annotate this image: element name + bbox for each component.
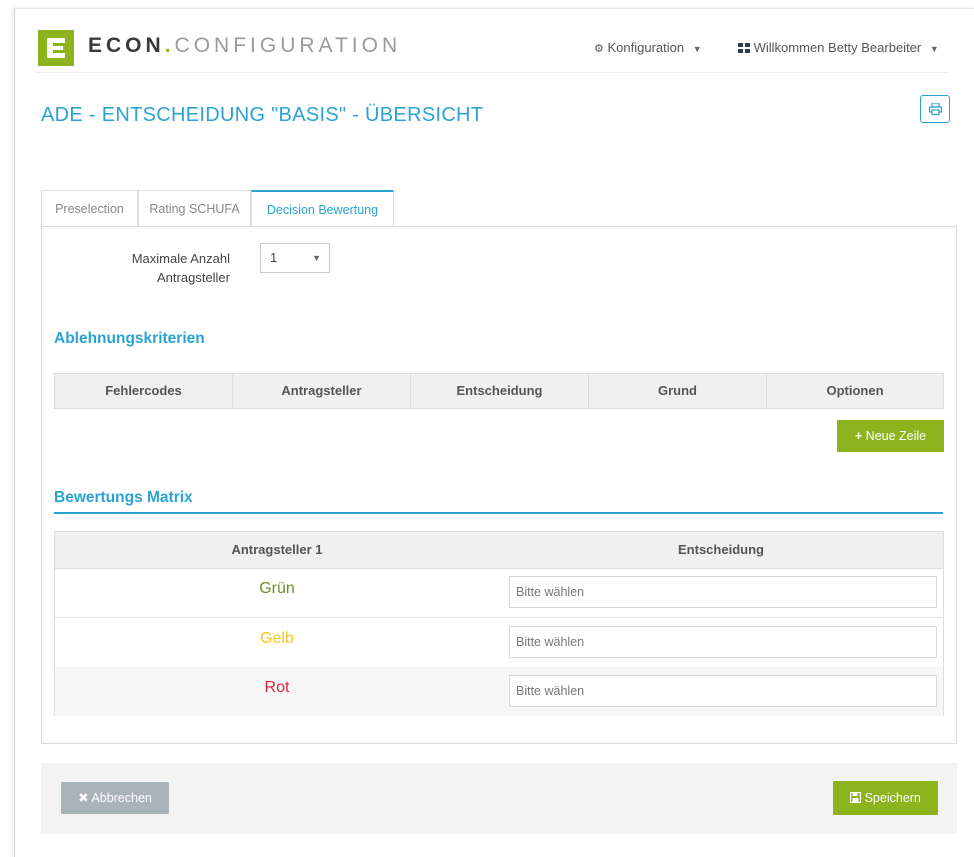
column-header-optionen: Optionen <box>826 383 884 398</box>
logo-icon <box>38 30 74 66</box>
print-button[interactable] <box>920 95 950 123</box>
speichern-label: Speichern <box>864 791 921 805</box>
tab-preselection[interactable]: Preselection <box>41 190 138 227</box>
ablehnungskriterien-table-header: Fehlercodes Antragsteller Entscheidung G… <box>54 373 944 409</box>
entscheidung-select-gelb[interactable]: Bitte wählen <box>509 626 937 658</box>
matrix-header-row: Antragsteller 1 Entscheidung <box>55 532 943 569</box>
neue-zeile-label: Neue Zeile <box>865 429 927 443</box>
nav-user-label: Willkommen Betty Bearbeiter <box>753 40 922 55</box>
entscheidung-select-gruen[interactable]: Bitte wählen <box>509 576 937 608</box>
row-label-rot: Rot <box>264 679 290 696</box>
max-antragsteller-select[interactable]: 1 ▼ <box>260 243 330 273</box>
row-label-gruen: Grün <box>259 580 295 597</box>
column-header-fehlercodes: Fehlercodes <box>55 374 233 408</box>
gear-icon: ⚙ <box>594 43 604 55</box>
entscheidung-select-rot[interactable]: Bitte wählen <box>509 675 937 707</box>
save-icon <box>850 791 864 805</box>
print-icon <box>929 103 942 115</box>
bewertungs-matrix-title: Bewertungs Matrix <box>54 489 193 506</box>
grid-icon <box>738 40 754 55</box>
tab-rating-schufa[interactable]: Rating SCHUFA <box>138 190 251 227</box>
caret-down-icon: ▼ <box>929 44 939 54</box>
bewertungs-matrix-table: Antragsteller 1 Entscheidung Grün Bitte … <box>54 531 944 716</box>
column-header-antragsteller: Antragsteller <box>233 374 411 408</box>
abbrechen-label: Abbrechen <box>91 791 152 805</box>
column-header-grund: Grund <box>589 374 767 408</box>
app-logo-text: ECON.CONFIGURATION <box>88 34 402 57</box>
caret-down-icon: ▼ <box>312 253 321 263</box>
nav-user-dropdown[interactable]: Willkommen Betty Bearbeiter ▼ <box>738 40 939 55</box>
max-antragsteller-value: 1 <box>270 250 278 265</box>
page-title: ADE - ENTSCHEIDUNG "BASIS" - ÜBERSICHT <box>41 104 484 126</box>
matrix-row-gruen: Grün Bitte wählen <box>55 568 943 617</box>
column-header-entscheidung: Entscheidung <box>678 542 764 557</box>
matrix-row-gelb: Gelb Bitte wählen <box>55 618 943 667</box>
column-header-antragsteller-1: Antragsteller 1 <box>231 542 323 557</box>
max-antragsteller-label: Maximale Anzahl Antragsteller <box>131 251 230 285</box>
column-header-entscheidung: Entscheidung <box>411 374 589 408</box>
close-icon: ✖ <box>78 791 89 805</box>
ablehnungskriterien-title: Ablehnungskriterien <box>54 330 205 347</box>
plus-icon: + <box>854 429 863 443</box>
tab-decision-bewertung[interactable]: Decision Bewertung <box>251 190 394 228</box>
section-divider <box>54 512 943 514</box>
row-label-gelb: Gelb <box>260 630 294 647</box>
caret-down-icon: ▼ <box>692 44 702 54</box>
form-footer <box>41 763 957 834</box>
nav-konfiguration-dropdown[interactable]: ⚙ Konfiguration ▼ <box>594 40 702 55</box>
header-divider <box>36 72 948 73</box>
neue-zeile-button[interactable]: + Neue Zeile <box>837 420 944 452</box>
nav-konfiguration-label: Konfiguration <box>607 40 685 55</box>
matrix-row-rot: Rot Bitte wählen <box>55 667 943 716</box>
speichern-button[interactable]: Speichern <box>833 781 938 815</box>
abbrechen-button[interactable]: ✖ Abbrechen <box>61 782 169 814</box>
